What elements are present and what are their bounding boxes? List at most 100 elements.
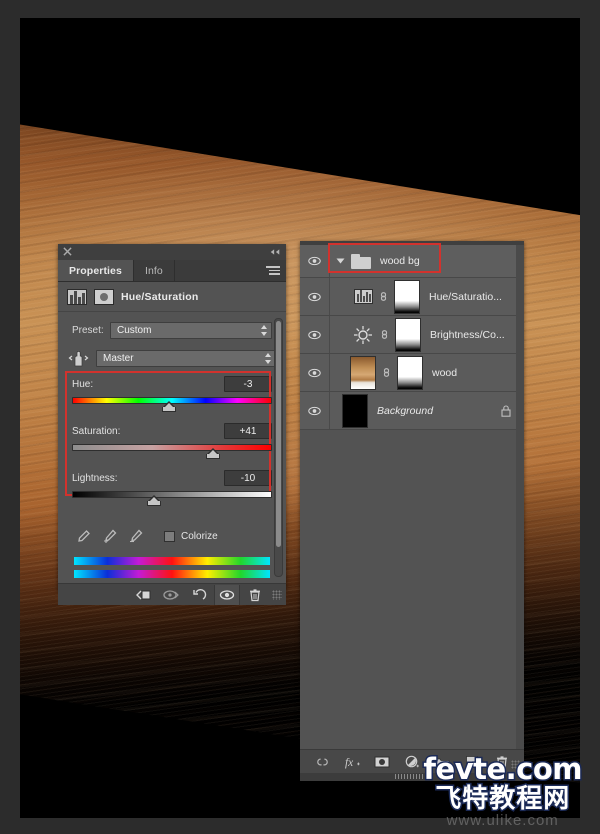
targeted-adjustment-hand-icon[interactable] [68, 348, 90, 368]
layer-name: wood bg [380, 255, 420, 267]
lock-icon [501, 404, 511, 417]
layer-name: wood [432, 366, 458, 379]
preset-label: Preset: [72, 325, 104, 336]
hue-saturation-thumbnail-icon[interactable] [354, 289, 373, 304]
reset-icon[interactable] [186, 585, 212, 605]
lightness-slider-thumb[interactable] [147, 495, 161, 506]
toggle-visibility-icon[interactable] [214, 584, 240, 605]
group-expand-chevron-icon[interactable] [336, 258, 345, 264]
collapse-panel-icon[interactable] [269, 248, 281, 256]
preset-row: Preset: Custom [58, 322, 286, 339]
link-mask-icon[interactable] [381, 366, 392, 379]
layer-mask-thumbnail[interactable] [394, 279, 420, 314]
preset-select[interactable]: Custom [110, 322, 272, 339]
eyedropper-icon[interactable] [76, 529, 91, 544]
layers-bottom-handle[interactable] [300, 773, 524, 781]
lightness-label: Lightness: [72, 472, 118, 484]
layers-scrollbar[interactable] [516, 245, 524, 749]
tab-properties[interactable]: Properties [58, 260, 134, 281]
layer-name: Background [377, 404, 434, 417]
colorize-control[interactable]: Colorize [164, 531, 218, 542]
panel-menu-icon[interactable] [266, 266, 280, 276]
properties-tab-bar: Properties Info [58, 260, 286, 282]
photoshop-screenshot: Properties Info Hue/Saturation Preset: C… [0, 0, 600, 834]
layer-visibility-toggle[interactable] [300, 245, 330, 277]
background-layer-thumbnail[interactable] [342, 393, 368, 428]
layer-mask-thumbnail[interactable] [397, 355, 423, 390]
view-previous-state-icon[interactable] [158, 585, 184, 605]
tab-info-label: Info [144, 264, 163, 277]
link-mask-icon[interactable] [378, 290, 389, 303]
colorize-label: Colorize [181, 531, 218, 542]
layer-name: Hue/Saturatio... [429, 290, 502, 303]
hue-label: Hue: [72, 378, 94, 390]
saturation-value[interactable]: +41 [224, 423, 272, 439]
chevron-updown-icon-2 [264, 352, 271, 365]
lightness-slider-track [72, 491, 272, 498]
clip-to-layer-icon[interactable] [130, 585, 156, 605]
saturation-slider-track [72, 444, 272, 451]
saturation-label: Saturation: [72, 425, 121, 437]
adjustment-layer-icon[interactable] [404, 753, 421, 770]
link-mask-icon[interactable] [379, 328, 390, 341]
properties-titlebar [58, 244, 286, 260]
saturation-slider-thumb[interactable] [206, 448, 220, 459]
table-row[interactable]: Hue/Saturatio... [300, 278, 524, 316]
table-row[interactable]: wood bg [300, 243, 524, 278]
layer-visibility-toggle[interactable] [300, 278, 330, 315]
lightness-slider-header: Lightness: -10 [72, 470, 272, 486]
layer-mask-thumbnail[interactable] [395, 317, 421, 352]
hue-slider-group: Hue: -3 [58, 376, 286, 414]
brightness-contrast-thumbnail-icon[interactable] [352, 324, 374, 346]
table-row[interactable]: Background [300, 392, 524, 430]
hue-slider-thumb[interactable] [162, 401, 176, 412]
delete-icon[interactable] [242, 585, 268, 605]
layers-panel: wood bg Hue/Saturatio... Brightness/Co..… [300, 241, 524, 781]
table-row[interactable]: Brightness/Co... [300, 316, 524, 354]
layer-mask-icon [94, 288, 114, 305]
layer-visibility-toggle[interactable] [300, 316, 330, 353]
properties-scrollbar[interactable] [274, 318, 283, 577]
layers-footer-toolbar: fx [300, 749, 524, 773]
new-layer-icon[interactable] [464, 753, 481, 770]
hue-saturation-icon [67, 288, 87, 305]
color-ramp-input [74, 557, 270, 565]
hue-slider-track-wrap[interactable] [72, 396, 272, 414]
close-icon[interactable] [63, 247, 72, 256]
eyedropper-subtract-icon[interactable] [128, 529, 143, 544]
layer-visibility-toggle[interactable] [300, 392, 330, 429]
color-ramps [58, 544, 286, 578]
properties-footer [58, 583, 286, 605]
colorize-checkbox[interactable] [164, 531, 175, 542]
link-layers-icon[interactable] [314, 753, 331, 770]
layer-thumbnail[interactable] [350, 355, 376, 390]
lightness-slider-track-wrap[interactable] [72, 490, 272, 508]
layers-empty-area[interactable] [300, 245, 524, 749]
channel-select[interactable]: Master [96, 349, 276, 367]
layers-resize-grip[interactable] [511, 760, 520, 769]
chevron-updown-icon [260, 325, 267, 337]
layer-list: wood bg Hue/Saturatio... Brightness/Co..… [300, 243, 524, 430]
hue-value[interactable]: -3 [224, 376, 272, 392]
adjustment-title: Hue/Saturation [121, 290, 199, 303]
resize-grip[interactable] [272, 589, 282, 600]
svg-text:fx: fx [344, 756, 352, 768]
folder-icon [351, 253, 371, 269]
drag-handle-icon [395, 774, 429, 779]
saturation-slider-group: Saturation: +41 [58, 423, 286, 461]
eyedropper-add-icon[interactable] [102, 529, 117, 544]
color-ramp-output[interactable] [74, 570, 270, 578]
adjustment-header: Hue/Saturation [58, 282, 286, 312]
new-group-icon[interactable] [434, 753, 451, 770]
eye-icon [308, 406, 321, 415]
eye-icon [308, 292, 321, 301]
saturation-slider-track-wrap[interactable] [72, 443, 272, 461]
tab-info[interactable]: Info [134, 260, 175, 281]
add-mask-icon[interactable] [374, 753, 391, 770]
layer-visibility-toggle[interactable] [300, 354, 330, 391]
layer-style-fx-icon[interactable]: fx [344, 753, 361, 770]
channel-value: Master [103, 352, 134, 364]
table-row[interactable]: wood [300, 354, 524, 392]
delete-layer-icon[interactable] [494, 753, 511, 770]
lightness-value[interactable]: -10 [224, 470, 272, 486]
